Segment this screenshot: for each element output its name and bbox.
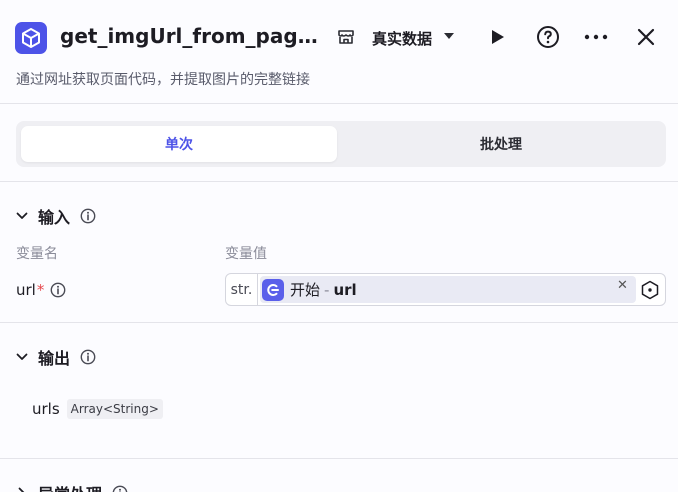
info-icon[interactable]: [80, 349, 96, 365]
clear-reference-icon[interactable]: ✕: [617, 278, 628, 293]
env-select[interactable]: 真实数据: [372, 28, 432, 49]
node-cube-icon: [15, 22, 47, 54]
variable-picker-icon[interactable]: [640, 280, 660, 300]
output-section-header[interactable]: 输出: [16, 345, 96, 369]
input-section-title: 输入: [38, 208, 71, 227]
node-description: 通过网址获取页面代码，并提取图片的完整链接: [16, 72, 310, 88]
mode-tabs: 单次 批处理: [16, 121, 666, 167]
section-divider: [0, 458, 678, 459]
output-section-title: 输出: [38, 349, 71, 368]
output-type-badge: Array<String>: [66, 399, 163, 419]
reference-variable: url: [333, 281, 357, 299]
param-value-field[interactable]: str. 开始 - url ✕: [225, 273, 666, 306]
chevron-down-icon: [16, 353, 28, 360]
input-section-header[interactable]: 输入: [16, 204, 96, 228]
reference-separator: -: [324, 281, 330, 299]
storefront-icon[interactable]: [336, 27, 356, 47]
mode-tabs-area: 单次 批处理: [0, 104, 678, 182]
column-label-name: 变量名: [16, 246, 58, 262]
close-icon: [637, 28, 655, 46]
caret-down-icon[interactable]: [443, 30, 455, 45]
info-icon[interactable]: [50, 282, 66, 298]
play-icon: [492, 30, 504, 44]
info-icon[interactable]: [80, 208, 96, 224]
section-divider: [0, 322, 678, 323]
column-label-value: 变量值: [225, 246, 267, 262]
start-node-icon: [262, 278, 284, 301]
error-section-title: 异常处理: [38, 481, 102, 492]
tab-batch[interactable]: 批处理: [341, 126, 661, 162]
node-title[interactable]: get_imgUrl_from_page…: [60, 24, 328, 48]
run-button[interactable]: [484, 24, 510, 50]
more-button[interactable]: [583, 24, 609, 50]
param-name-text: url: [16, 281, 36, 299]
variable-reference-chip[interactable]: 开始 - url: [260, 276, 636, 303]
reference-node: 开始: [290, 281, 321, 299]
node-header: get_imgUrl_from_page… 真实数据 通过网址获取页面代码，并提…: [0, 0, 678, 104]
required-mark: *: [36, 281, 45, 299]
more-dots-icon: [584, 34, 608, 40]
info-icon[interactable]: [112, 485, 128, 492]
tab-single[interactable]: 单次: [21, 126, 337, 162]
output-name: urls: [32, 400, 60, 418]
chevron-right-icon: [18, 487, 25, 492]
reference-label: 开始 - url: [290, 279, 357, 300]
param-name: url *: [16, 281, 66, 299]
output-item: urls Array<String>: [32, 399, 163, 419]
chevron-down-icon: [16, 212, 28, 219]
help-icon: [537, 26, 559, 48]
error-section-header[interactable]: 异常处理: [16, 481, 128, 492]
help-button[interactable]: [535, 24, 561, 50]
close-button[interactable]: [633, 24, 659, 50]
type-tag: str.: [226, 274, 258, 305]
